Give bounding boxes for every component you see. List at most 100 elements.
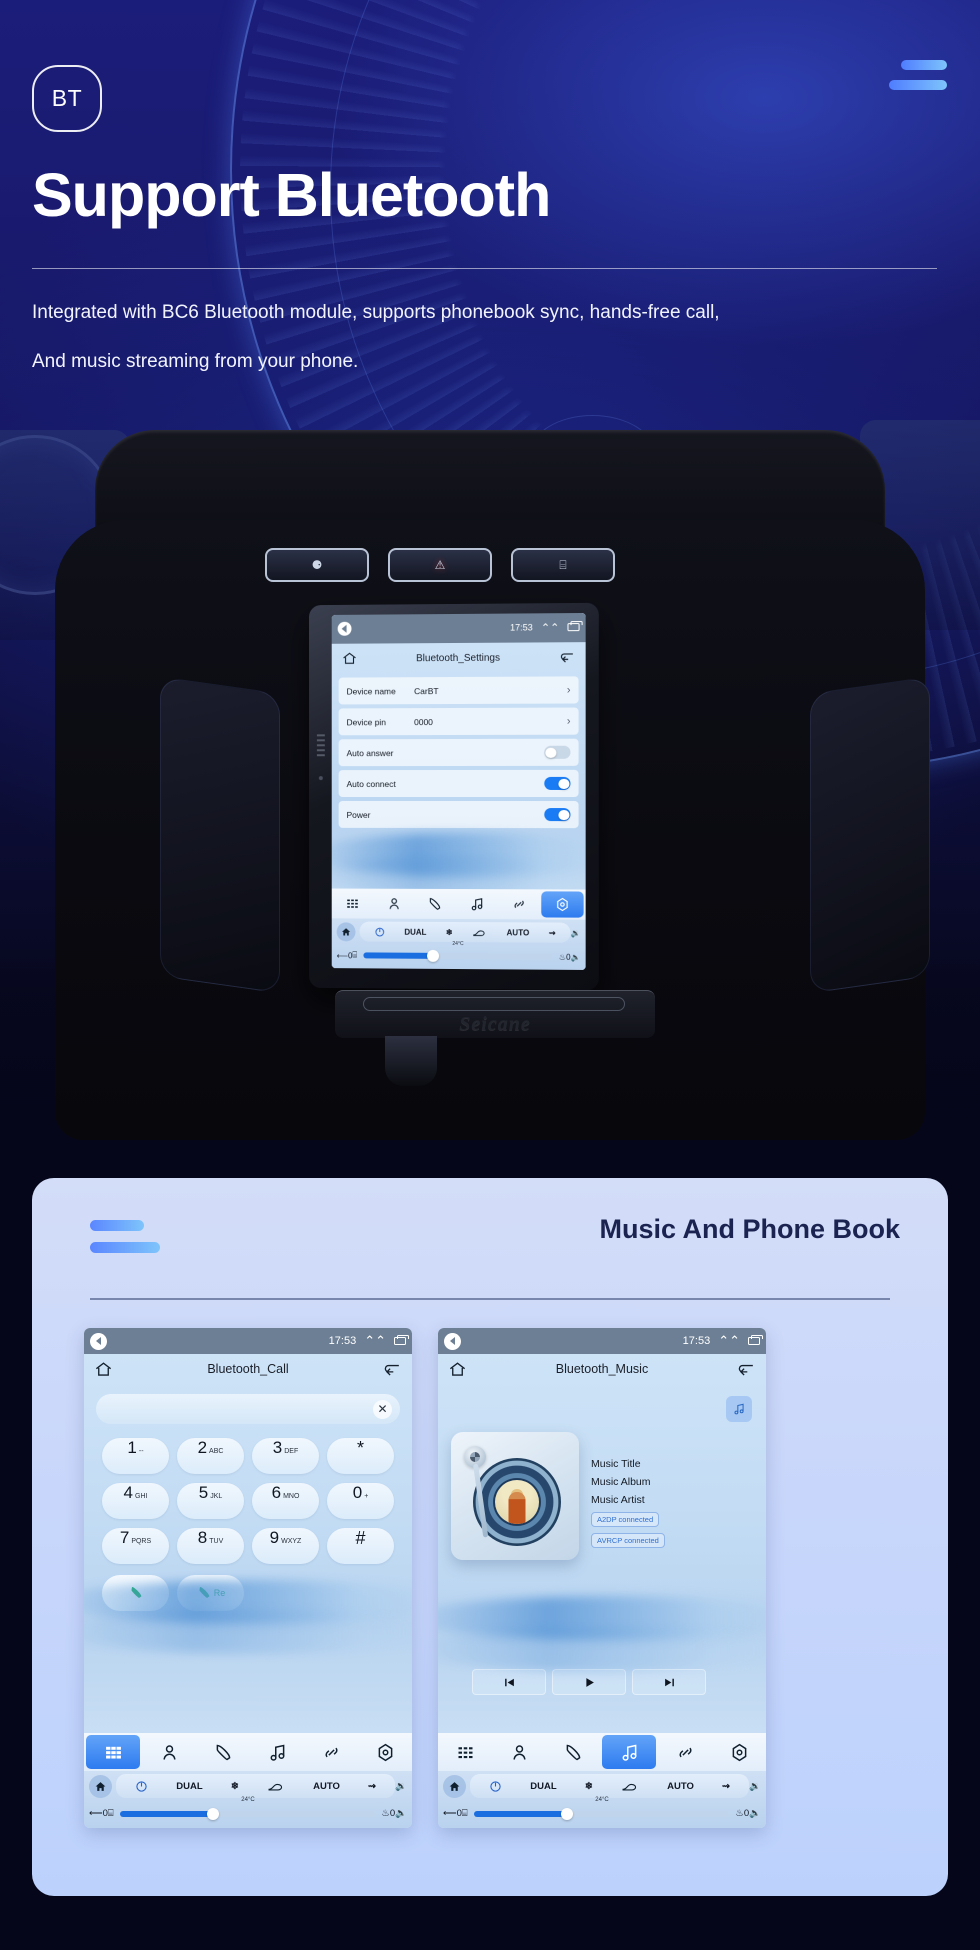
key-2[interactable]: 2 ABC [177,1438,244,1474]
tab-phone[interactable] [546,1733,600,1771]
key-7[interactable]: 7 PQRS [102,1528,169,1564]
power-toggle[interactable] [544,808,571,822]
bluetooth-call-screenshot[interactable]: 17:53 ⌃⌃ Bluetooth_Call ✕ 1 -- 2 ABC 3 D… [84,1328,412,1828]
tab-apps[interactable] [438,1733,492,1771]
auto-label[interactable]: AUTO [667,1781,694,1792]
previous-track-button[interactable] [472,1669,546,1695]
system-back-icon[interactable] [444,1332,461,1350]
key-4[interactable]: 4 GHI [102,1483,169,1519]
auto-answer-toggle[interactable] [544,746,571,760]
ac-icon[interactable]: ❄ [585,1781,593,1792]
clear-icon[interactable]: ✕ [373,1399,392,1419]
tab-music[interactable] [250,1733,304,1771]
volume-down-icon[interactable]: 🔈 [571,952,581,961]
home-icon[interactable] [342,651,358,667]
hazard-button[interactable]: ⚠ [388,548,492,582]
tab-apps[interactable] [86,1735,140,1769]
key-hash[interactable]: # [327,1528,394,1564]
music-list-button[interactable] [726,1396,752,1422]
auto-label[interactable]: AUTO [313,1781,340,1792]
home-icon[interactable] [94,1360,113,1379]
home-button[interactable] [89,1774,112,1798]
next-track-button[interactable] [632,1669,706,1695]
back-arrow-icon[interactable]: ⟵ [443,1808,457,1819]
key-star[interactable]: * [327,1438,394,1474]
back-icon[interactable] [737,1360,756,1379]
tab-settings[interactable] [541,891,584,918]
dual-label[interactable]: DUAL [404,927,426,936]
tab-link[interactable] [498,889,540,919]
key-0[interactable]: 0 + [327,1483,394,1519]
seat-heat-icon[interactable]: ♨ [735,1808,744,1819]
play-button[interactable] [552,1669,626,1695]
settings-row-auto-connect[interactable]: Auto connect [338,770,579,798]
airflow-icon[interactable]: ⇝ [549,928,556,937]
bluetooth-music-screenshot[interactable]: 17:53 ⌃⌃ Bluetooth_Music Music Title Mus… [438,1328,766,1828]
seat-heat-icon[interactable]: ♨ [381,1808,390,1819]
power-icon[interactable] [374,926,385,937]
dual-label[interactable]: DUAL [176,1781,202,1792]
recents-icon[interactable] [748,1335,763,1345]
menu-icon[interactable] [889,60,947,90]
recents-icon[interactable] [394,1335,409,1345]
seat-icon[interactable]: ⌸ [352,950,357,960]
seat-icon[interactable]: ⌸ [462,1808,468,1819]
defrost-icon[interactable] [267,1780,285,1793]
back-icon[interactable] [559,649,575,665]
chevron-up-icon[interactable]: ⌃⌃ [541,621,560,634]
ac-icon[interactable]: ❄ [231,1781,239,1792]
settings-row-device-name[interactable]: Device name CarBT › [338,676,579,705]
key-9[interactable]: 9 WXYZ [252,1528,319,1564]
tab-contacts[interactable] [142,1733,196,1771]
chevron-up-icon[interactable]: ⌃⌃ [364,1333,386,1349]
seat-adjust-button[interactable]: ⚈ [265,548,369,582]
volume-up-icon[interactable]: 🔉 [571,928,581,937]
key-3[interactable]: 3 DEF [252,1438,319,1474]
tab-phone[interactable] [414,889,456,919]
auto-connect-toggle[interactable] [544,777,571,791]
chevron-up-icon[interactable]: ⌃⌃ [718,1333,740,1349]
tab-link[interactable] [304,1733,358,1771]
airflow-icon[interactable]: ⇝ [722,1781,730,1792]
power-icon[interactable] [135,1780,148,1793]
power-icon[interactable] [489,1780,502,1793]
ac-icon[interactable]: ❄ [446,927,453,936]
tab-settings[interactable] [712,1733,766,1771]
home-button[interactable] [443,1774,466,1798]
auto-label[interactable]: AUTO [507,928,530,937]
back-arrow-icon[interactable]: ⟵ [337,951,348,960]
home-button[interactable] [336,921,356,941]
back-icon[interactable] [383,1360,402,1379]
settings-row-power[interactable]: Power [338,801,579,829]
phone-number-input[interactable]: ✕ [96,1394,400,1424]
tab-phone[interactable] [196,1733,250,1771]
seat-heat-icon[interactable]: ♨ [559,952,566,961]
tab-settings[interactable] [358,1733,412,1771]
volume-up-icon[interactable]: 🔉 [749,1781,761,1792]
rear-defrost-button[interactable]: ⌸ [511,548,615,582]
tab-contacts[interactable] [373,889,414,919]
tab-contacts[interactable] [492,1733,546,1771]
system-back-icon[interactable] [337,622,352,637]
volume-up-icon[interactable]: 🔉 [395,1781,407,1792]
fan-slider[interactable] [473,1807,730,1820]
fan-slider[interactable] [363,949,553,962]
key-8[interactable]: 8 TUV [177,1528,244,1564]
settings-row-device-pin[interactable]: Device pin 0000 › [338,707,579,736]
airflow-icon[interactable]: ⇝ [368,1781,376,1792]
key-5[interactable]: 5 JKL [177,1483,244,1519]
settings-row-auto-answer[interactable]: Auto answer [338,738,579,767]
tab-music[interactable] [602,1735,656,1769]
volume-down-icon[interactable]: 🔈 [749,1808,761,1819]
defrost-icon[interactable] [621,1780,639,1793]
system-back-icon[interactable] [90,1332,107,1350]
tab-link[interactable] [658,1733,712,1771]
tab-apps[interactable] [332,889,373,919]
seat-icon[interactable]: ⌸ [108,1808,114,1819]
tab-music[interactable] [456,889,498,919]
head-unit-screen[interactable]: 17:53 ⌃⌃ Bluetooth_Settings Device name … [331,612,586,970]
key-6[interactable]: 6 MNO [252,1483,319,1519]
defrost-icon[interactable] [472,927,487,938]
recents-icon[interactable] [567,623,580,632]
key-1[interactable]: 1 -- [102,1438,169,1474]
